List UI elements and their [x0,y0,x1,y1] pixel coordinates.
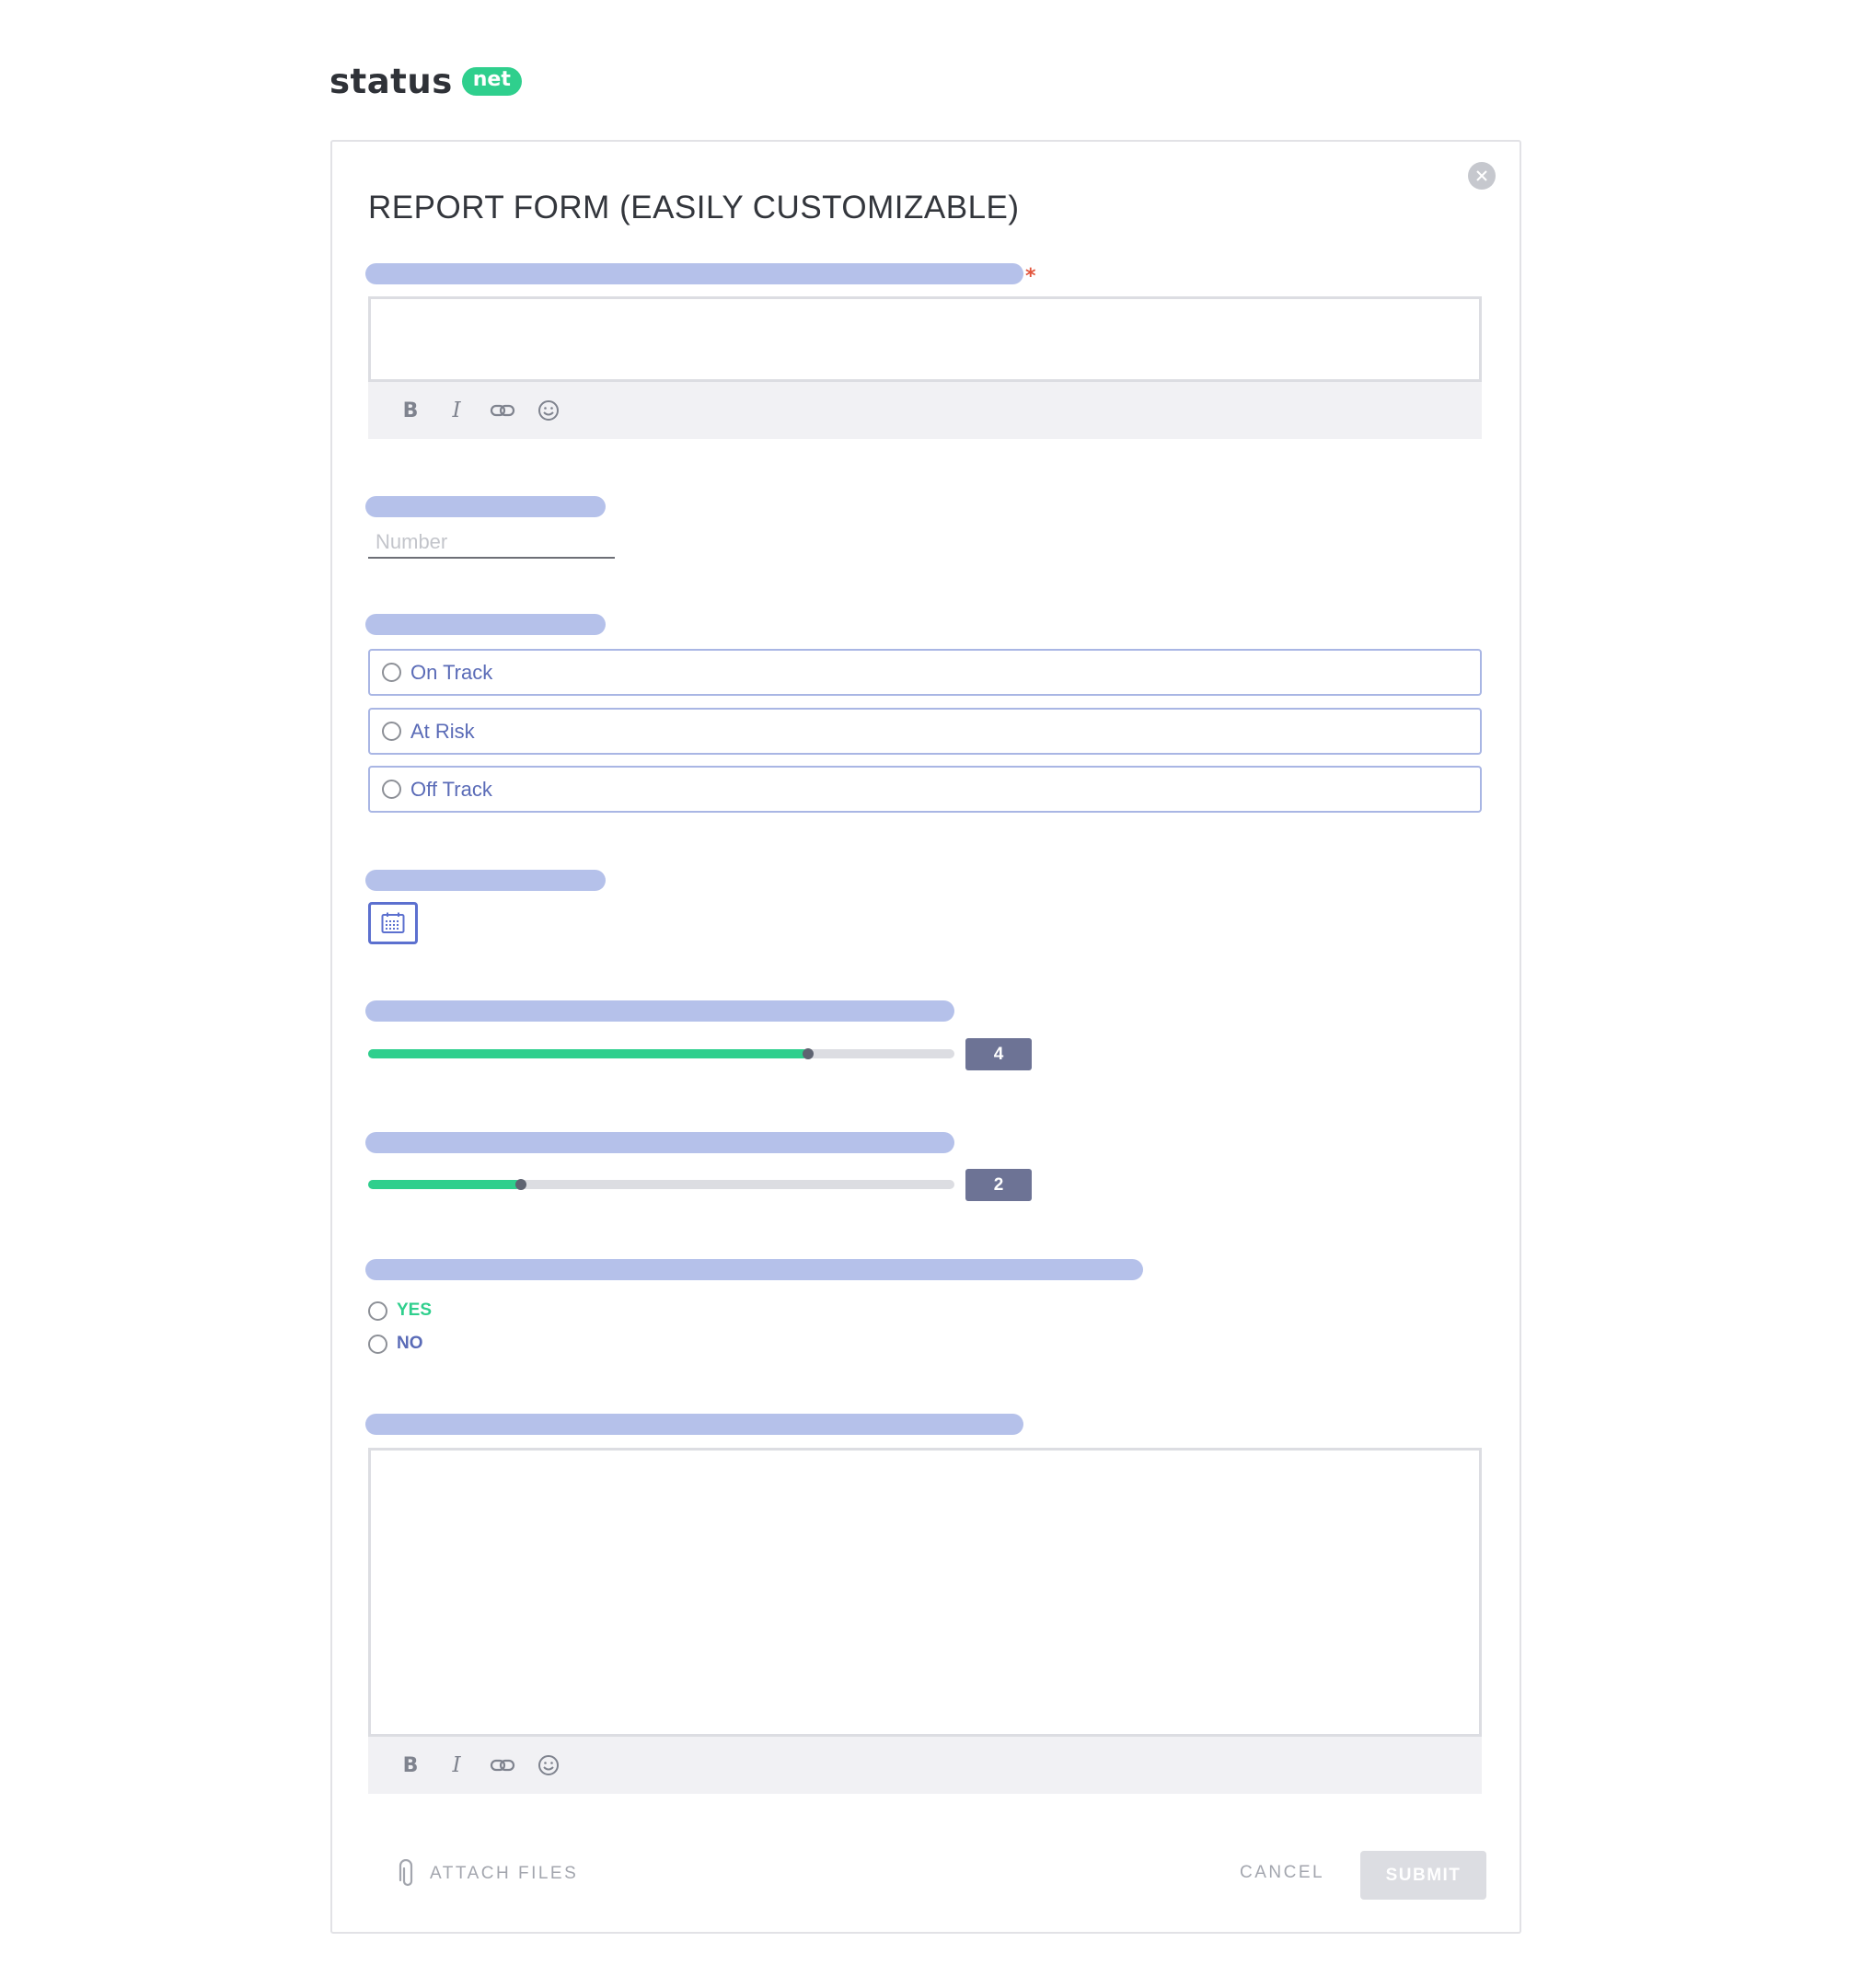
calendar-icon [381,912,405,933]
slider-value: 4 [965,1038,1032,1070]
slider-handle[interactable] [514,1179,526,1190]
italic-icon: I [452,1753,461,1777]
emoji-icon [538,400,559,421]
yes-option[interactable]: YES [368,1300,432,1321]
link-icon [490,1759,515,1772]
logo-badge: net [461,66,522,96]
radio-circle[interactable] [382,780,401,799]
radio-label: At Risk [410,719,475,743]
slider-fill [368,1180,521,1189]
field-label-placeholder [365,1414,1023,1435]
no-option[interactable]: NO [368,1334,423,1354]
slider-handle[interactable] [802,1048,814,1059]
rich-text-input[interactable] [368,296,1482,382]
form-title: REPORT FORM (EASILY CUSTOMIZABLE) [368,190,1020,225]
slider-fill [368,1049,808,1058]
close-icon [1476,170,1487,181]
field-label-placeholder [365,1259,1143,1280]
slider-track[interactable] [368,1179,954,1190]
field-label-placeholder [365,614,606,635]
status-option-off-track[interactable]: Off Track [368,766,1482,813]
emoji-button[interactable] [536,398,561,423]
radio-circle[interactable] [368,1334,387,1354]
no-label: NO [397,1334,423,1353]
italic-icon: I [452,399,461,422]
field-label-placeholder [365,870,606,891]
submit-button[interactable]: SUBMIT [1360,1851,1486,1900]
link-button[interactable] [490,398,515,423]
link-icon [490,404,515,417]
yes-label: YES [397,1300,433,1320]
close-button[interactable] [1468,162,1496,190]
status-net-logo: status net [329,61,522,101]
emoji-button[interactable] [536,1752,561,1778]
required-mark: * [1025,265,1036,288]
attach-files-label: ATTACH FILES [430,1864,579,1883]
bold-button[interactable]: B [398,398,423,423]
radio-circle[interactable] [382,663,401,682]
field-label-placeholder [365,1000,954,1022]
field-label-placeholder [365,263,1023,284]
date-picker-button[interactable] [368,902,418,944]
bold-icon: B [402,399,419,422]
rich-text-input[interactable] [368,1448,1482,1737]
slider-track[interactable] [368,1048,954,1059]
radio-circle[interactable] [368,1300,387,1321]
logo-word: status [329,61,453,101]
bold-button[interactable]: B [398,1752,423,1778]
italic-button[interactable]: I [444,398,469,423]
radio-label: Off Track [410,777,492,801]
attach-files-button[interactable]: ATTACH FILES [399,1859,578,1889]
cancel-button[interactable]: CANCEL [1240,1863,1324,1883]
status-option-on-track[interactable]: On Track [368,649,1482,696]
field-label-placeholder [365,496,606,517]
number-input[interactable] [368,527,615,559]
radio-circle[interactable] [382,722,401,741]
link-button[interactable] [490,1752,515,1778]
status-option-at-risk[interactable]: At Risk [368,708,1482,755]
italic-button[interactable]: I [444,1752,469,1778]
slider-value: 2 [965,1169,1032,1201]
radio-label: On Track [410,660,493,684]
editor-toolbar: B I [368,382,1482,439]
paperclip-icon [399,1859,413,1887]
bold-icon: B [402,1753,419,1777]
editor-toolbar: B I [368,1737,1482,1794]
emoji-icon [538,1755,559,1775]
field-label-placeholder [365,1132,954,1153]
